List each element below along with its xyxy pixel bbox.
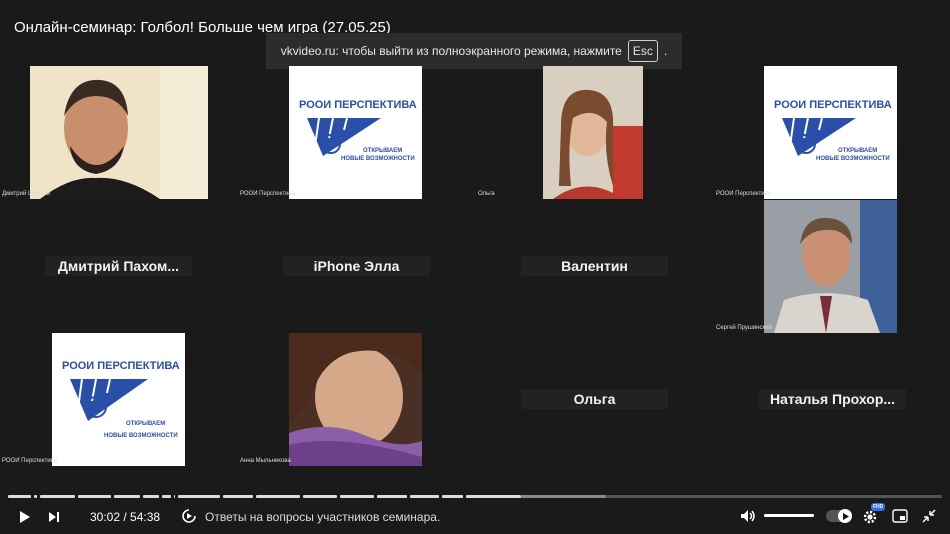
fullscreen-toast: vkvideo.ru: чтобы выйти из полноэкранног…: [266, 33, 682, 69]
progress-segment: [39, 495, 76, 498]
progress-segment: [465, 495, 522, 498]
progress-segment: [605, 495, 942, 498]
participant-tile[interactable]: Ольга: [476, 333, 713, 466]
participant-tile[interactable]: Сергей Прушинский: [714, 200, 950, 333]
play-icon[interactable]: [18, 510, 32, 524]
logo-line3: НОВЫЕ ВОЗМОЖНОСТИ: [341, 156, 415, 162]
play-small-icon: [842, 512, 849, 520]
participant-tile[interactable]: РООИ ПЕРСПЕКТИВА ОТКРЫВАЕМ НОВЫЕ ВОЗМОЖН…: [714, 66, 950, 199]
progress-track: [8, 486, 942, 506]
rooi-logo: РООИ ПЕРСПЕКТИВА ОТКРЫВАЕМ НОВЫЕ ВОЗМОЖН…: [764, 66, 897, 199]
progress-segment: [222, 495, 253, 498]
progress-segment: [442, 495, 463, 498]
progress-segment: [143, 495, 160, 498]
participant-name: Валентин: [521, 256, 668, 276]
volume-icon[interactable]: [740, 509, 756, 523]
participant-name: iPhone Элла: [283, 256, 430, 276]
participant-name: Наталья Прохор...: [759, 389, 906, 409]
logo-line2: ОТКРЫВАЕМ: [363, 148, 402, 154]
autoplay-toggle[interactable]: [826, 509, 852, 523]
rooi-logo: РООИ ПЕРСПЕКТИВА ОТКРЫВАЕМ НОВЫЕ ВОЗМОЖН…: [289, 66, 422, 199]
fullscreen-toast-suffix: .: [663, 44, 668, 58]
settings-button[interactable]: FHD: [862, 503, 886, 526]
logo-line1: РООИ ПЕРСПЕКТИВА: [62, 360, 180, 372]
logo-line2: ОТКРЫВАЕМ: [838, 148, 877, 154]
participant-caption: Сергей Прушинский: [716, 325, 772, 331]
participant-name: Ольга: [521, 389, 668, 409]
progress-segment: [34, 495, 37, 498]
participant-caption: Ольга: [478, 191, 495, 197]
chapters-icon[interactable]: [181, 508, 197, 524]
participant-video: [543, 66, 643, 199]
participant-caption: Дмитрий Шиляев: [2, 191, 51, 197]
fullscreen-toast-text: vkvideo.ru: чтобы выйти из полноэкранног…: [280, 44, 622, 58]
quality-badge: FHD: [871, 503, 886, 511]
participant-tile[interactable]: iPhone Элла: [238, 200, 475, 333]
participant-caption: Анна Мыльникова: [240, 458, 291, 464]
progress-segment: [8, 495, 32, 498]
participant-caption: РООИ Перспектива: [2, 458, 58, 464]
participant-tile[interactable]: Дмитрий Шиляев: [0, 66, 237, 199]
rooi-logo: РООИ ПЕРСПЕКТИВА ОТКРЫВАЕМ НОВЫЕ ВОЗМОЖН…: [52, 333, 185, 466]
time-separator: /: [120, 510, 131, 524]
participant-grid: Дмитрий Шиляев РООИ ПЕРСПЕКТИВА ОТКРЫВАЕ…: [0, 66, 950, 466]
participant-caption: РООИ Перспектива: [716, 191, 772, 197]
progress-segment: [409, 495, 440, 498]
current-time: 30:02: [90, 510, 121, 524]
participant-tile[interactable]: Ольга: [476, 66, 713, 199]
participant-video: [30, 66, 208, 199]
esc-key-badge: Esc: [627, 40, 658, 62]
progress-segment: [339, 495, 374, 498]
participant-tile[interactable]: Дмитрий Пахом...: [0, 200, 237, 333]
progress-segment: [255, 495, 301, 498]
participant-tile[interactable]: Анна Мыльникова: [238, 333, 475, 466]
progress-segment: [177, 495, 220, 498]
duration: 54:38: [130, 510, 161, 524]
progress-segment: [303, 495, 337, 498]
logo-line3: НОВЫЕ ВОЗМОЖНОСТИ: [104, 433, 178, 439]
progress-bar[interactable]: [8, 486, 942, 506]
next-icon[interactable]: [48, 511, 60, 523]
chapter-title[interactable]: Ответы на вопросы участников семинара.: [205, 510, 440, 524]
progress-segment: [174, 495, 176, 498]
autoplay-knob: [838, 509, 852, 523]
progress-segment: [521, 495, 606, 498]
settings-icon: [863, 510, 877, 524]
exit-fullscreen-icon[interactable]: [922, 509, 936, 523]
progress-segment: [114, 495, 141, 498]
participant-tile[interactable]: Валентин: [476, 200, 713, 333]
progress-segment: [376, 495, 407, 498]
participant-tile[interactable]: РООИ ПЕРСПЕКТИВА ОТКРЫВАЕМ НОВЫЕ ВОЗМОЖН…: [0, 333, 237, 466]
participant-video: [764, 200, 897, 333]
logo-line1: РООИ ПЕРСПЕКТИВА: [774, 99, 892, 111]
video-player-controls: 30:02 / 54:38 Ответы на вопросы участник…: [0, 486, 950, 534]
pip-icon[interactable]: [892, 509, 908, 523]
progress-segment: [162, 495, 172, 498]
progress-segment: [78, 495, 112, 498]
participant-name: Дмитрий Пахом...: [45, 256, 192, 276]
participant-tile[interactable]: Наталья Прохор...: [714, 333, 950, 466]
participant-video: [289, 333, 422, 466]
volume-fill: [764, 514, 814, 517]
time-display: 30:02 / 54:38: [90, 510, 160, 524]
participant-caption: РООИ Перспектива: [240, 191, 296, 197]
volume-slider[interactable]: [764, 514, 814, 518]
logo-line1: РООИ ПЕРСПЕКТИВА: [299, 99, 417, 111]
logo-line2: ОТКРЫВАЕМ: [126, 421, 165, 427]
participant-tile[interactable]: РООИ ПЕРСПЕКТИВА ОТКРЫВАЕМ НОВЫЕ ВОЗМОЖН…: [238, 66, 475, 199]
logo-line3: НОВЫЕ ВОЗМОЖНОСТИ: [816, 156, 890, 162]
